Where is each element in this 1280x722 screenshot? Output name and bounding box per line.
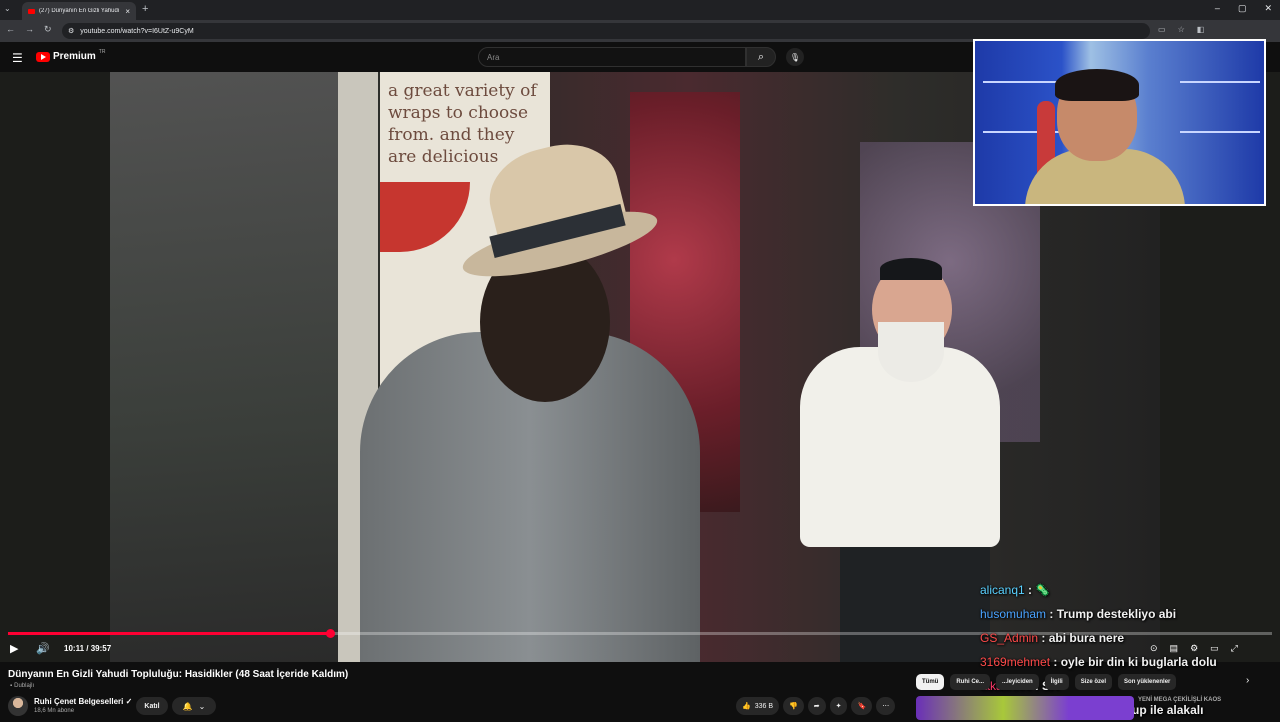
menu-icon[interactable]: ☰ [12,51,23,65]
chat-username: 3169mehmet [980,655,1051,669]
time-display: 10:11 / 39:57 [64,644,112,653]
youtube-favicon-icon [28,8,35,14]
minimize-icon[interactable]: – [1215,3,1220,14]
recommendation-thumbnail[interactable] [916,696,1134,720]
chat-username: alicanq1 [980,583,1025,597]
maximize-icon[interactable]: ▢ [1238,3,1247,14]
dislike-button[interactable]: 👎 [783,697,804,715]
save-button[interactable]: 🔖 [851,697,873,715]
shelf [983,81,1063,83]
chat-text: oyle bir din ki buglarla dolu [1060,655,1217,669]
chat-message: alicanq1 : 🦠 [980,583,1051,597]
duration: 39:57 [90,644,112,653]
chat-message: GS_Admin : abi bura nere [980,631,1125,645]
more-icon: ⋯ [882,703,890,710]
ask-button[interactable]: ✦ [829,697,848,715]
like-button[interactable]: 👍 336 B [736,697,780,715]
chevron-down-icon: ⌄ [198,701,206,711]
chip-recent[interactable]: Son yüklenenler [1118,674,1177,690]
join-button[interactable]: Katıl [136,697,168,715]
browser-tab[interactable]: (27) Dünyanın En Gizli Yahudi T × [22,2,136,20]
new-tab-icon[interactable]: + [142,3,148,15]
old-man-beard [878,322,944,382]
url-field[interactable]: ⚙ youtube.com/watch?v=I6UtZ-u9CyM [62,23,1150,39]
search-button[interactable]: ⌕ [746,47,776,67]
play-icon[interactable]: ▶ [10,642,18,655]
bookmark-icon: 🔖 [857,703,867,710]
voice-search-button[interactable]: 🎙 [786,48,804,66]
dubbed-badge: ▪ Dublajlı [10,683,34,689]
current-time: 10:11 [64,644,85,653]
verified-icon: ✓ [125,697,133,706]
webcam-overlay [973,39,1266,206]
chevron-right-icon[interactable]: › [1246,675,1249,686]
share-button[interactable]: ➦ [807,697,826,715]
video-actions: 👍 336 B 👎 ➦ ✦ 🔖 ⋯ [736,697,896,715]
chat-text: abi bura nere [1048,631,1125,645]
url-text: youtube.com/watch?v=I6UtZ-u9CyM [80,27,194,35]
channel-name-text: Ruhi Çenet Belgeselleri [34,697,124,706]
bookmark-star-icon[interactable]: ☆ [1178,25,1185,34]
chat-emoji: 🦠 [1035,583,1051,597]
back-icon[interactable]: ← [6,24,15,35]
search-input[interactable]: Ara [478,47,746,67]
streamer-hair [1055,69,1139,101]
extensions-icon[interactable]: ◧ [1197,25,1205,34]
chat-text: Trump destekliyo abi [1056,607,1177,621]
chat-message: 3169mehmet : oyle bir din ki buglarla do… [980,655,1217,669]
chip-uploader[interactable]: ...leyiciden [996,674,1039,690]
tab-title: (27) Dünyanın En Gizli Yahudi T [39,8,123,14]
reload-icon[interactable]: ↻ [44,24,52,35]
microphone-icon: 🎙 [789,52,801,62]
sparkle-icon: ✦ [835,703,842,710]
chip-related[interactable]: İlgili [1044,674,1069,690]
share-icon: ➦ [813,703,820,710]
like-count: 336 B [754,702,774,710]
search-icon: ⌕ [757,50,765,63]
volume-icon[interactable]: 🔊 [36,642,50,655]
bell-icon: 🔔 [182,701,193,711]
youtube-play-icon [36,51,50,62]
browser-tab-bar [0,0,1280,20]
youtube-logo[interactable]: Premium TR [36,48,106,62]
close-window-icon[interactable]: ✕ [1264,3,1272,14]
dub-label: Dublajlı [14,683,35,689]
window-controls: – ▢ ✕ [1215,3,1272,14]
cast-icon[interactable]: ▭ [1158,25,1166,34]
close-tab-icon[interactable]: × [125,7,130,16]
shop-window [110,72,350,662]
recommendation-title[interactable]: YENİ MEGA ÇEKİLİŞLİ KAOS [1138,697,1221,703]
channel-name[interactable]: Ruhi Çenet Belgeselleri ✓ [34,697,132,706]
subscriber-count: 18,6 Mn abone [34,708,75,714]
chip-channel[interactable]: Ruhi Ce... [950,674,991,690]
logo-region: TR [98,48,106,55]
recommendation-chips: Tümü Ruhi Ce... ...leyiciden İlgili Size… [916,674,1177,690]
progress-played [8,632,330,635]
chip-all[interactable]: Tümü [916,674,945,690]
kippah [880,258,942,280]
more-button[interactable]: ⋯ [876,697,896,715]
site-info-icon[interactable]: ⚙ [68,27,74,35]
logo-text: Premium [53,51,96,62]
video-title: Dünyanın En Gizli Yahudi Topluluğu: Hasi… [8,669,349,680]
chat-message: husomuham : Trump destekliyo abi [980,607,1177,621]
progress-scrubber[interactable] [326,629,335,638]
shelf [1180,81,1260,83]
dub-icon: ▪ [10,683,13,689]
thumbs-up-icon: 👍 [742,703,751,710]
browser-extension-icons: ▭ ☆ ◧ [1158,25,1204,34]
channel-avatar[interactable] [8,696,28,716]
notification-button[interactable]: 🔔 ⌄ [172,697,216,715]
forward-icon[interactable]: → [25,24,34,35]
chat-username: GS_Admin [980,631,1039,645]
thumbs-down-icon: 👎 [789,703,798,710]
tab-list-icon[interactable]: ⌄ [4,4,11,13]
shelf [1180,131,1260,133]
chip-for-you[interactable]: Size özel [1074,674,1113,690]
nav-buttons: ← → ↻ [6,24,52,35]
chat-username: husomuham [980,607,1047,621]
poster-red-shape [380,182,470,252]
